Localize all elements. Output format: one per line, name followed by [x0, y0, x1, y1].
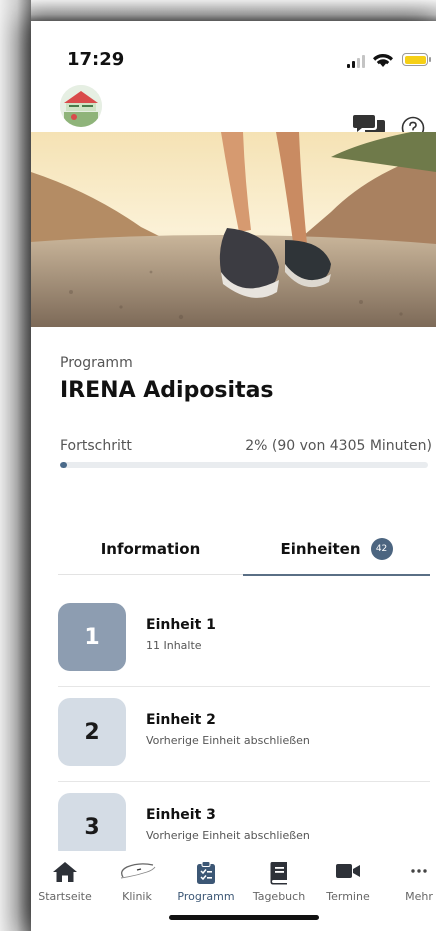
tab-information[interactable]: Information — [58, 524, 243, 575]
unit-title: Einheit 1 — [146, 617, 216, 633]
clipboard-icon — [197, 861, 215, 884]
progress-bar — [60, 462, 428, 468]
home-icon — [53, 862, 77, 882]
program-title: IRENA Adipositas — [60, 378, 274, 403]
unit-title: Einheit 3 — [146, 807, 216, 823]
unit-subtitle: 11 Inhalte — [146, 639, 202, 652]
unit-subtitle: Vorherige Einheit abschließen — [146, 734, 310, 747]
home-indicator — [169, 915, 319, 920]
tab-einheiten-label: Einheiten — [280, 540, 361, 558]
nav-termine[interactable]: Termine — [316, 851, 380, 903]
background-left — [0, 0, 31, 931]
units-count-badge: 42 — [370, 538, 393, 560]
nav-startseite[interactable]: Startseite — [33, 851, 97, 903]
unit-subtitle: Vorherige Einheit abschließen — [146, 829, 310, 842]
nav-label: Klinik — [122, 890, 152, 903]
phone-screen: 17:29 Programm IRENA Adipositas Fortschr… — [31, 21, 436, 931]
book-icon — [270, 862, 287, 885]
program-label: Programm — [60, 355, 133, 371]
nav-label: Termine — [326, 890, 370, 903]
nav-label: Tagebuch — [252, 890, 306, 903]
unit-number-tile: 2 — [58, 698, 126, 766]
background-top — [0, 0, 436, 21]
more-dots-icon — [411, 869, 427, 873]
nav-programm[interactable]: Programm — [174, 851, 238, 903]
tab-bar: Information Einheiten 42 — [58, 524, 430, 576]
progress-value: 2% (90 von 4305 Minuten) — [245, 438, 432, 454]
list-item-unit-1[interactable]: 1 Einheit 1 11 Inhalte — [58, 591, 430, 687]
nav-mehr[interactable]: Mehr — [387, 851, 436, 903]
program-logo-avatar[interactable] — [60, 85, 102, 127]
unit-title: Einheit 2 — [146, 712, 216, 728]
status-bar: 17:29 — [31, 21, 436, 81]
unit-number-tile: 1 — [58, 603, 126, 671]
video-camera-icon — [336, 864, 360, 878]
nav-label: Mehr — [405, 890, 433, 903]
tab-einheiten[interactable]: Einheiten 42 — [243, 524, 430, 576]
tab-information-label: Information — [100, 540, 201, 558]
list-item-unit-2[interactable]: 2 Einheit 2 Vorherige Einheit abschließe… — [58, 686, 430, 782]
nav-label: Programm — [177, 890, 235, 903]
nav-label: Startseite — [38, 890, 92, 903]
battery-icon — [402, 53, 431, 66]
progress-label: Fortschritt — [60, 438, 132, 454]
program-hero-image — [31, 132, 436, 327]
status-time: 17:29 — [67, 49, 125, 70]
program-logo-image — [60, 85, 102, 127]
nav-tagebuch[interactable]: Tagebuch — [247, 851, 311, 903]
progress-bar-fill — [60, 462, 68, 468]
clinic-logo-icon — [120, 863, 156, 879]
nav-klinik[interactable]: Klinik — [105, 851, 169, 903]
wifi-icon — [373, 54, 393, 67]
cellular-signal-icon — [347, 54, 369, 68]
